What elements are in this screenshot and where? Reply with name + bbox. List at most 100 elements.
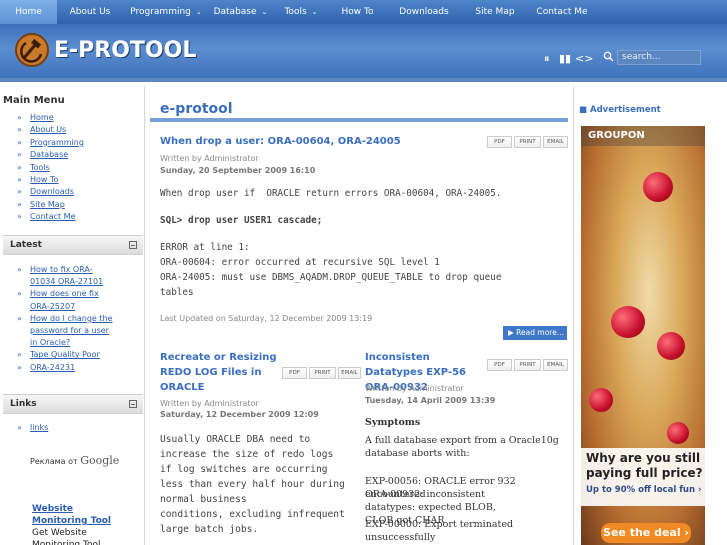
article-author: Written by Administrator bbox=[160, 399, 259, 408]
nav-label: Tools bbox=[284, 7, 307, 17]
article-date: Saturday, 12 December 2009 12:09 bbox=[160, 410, 319, 419]
main-menu-list: » Home » About Us » Programming » Database »… bbox=[17, 112, 84, 224]
pdf-button[interactable]: PDF bbox=[282, 367, 307, 379]
print-button[interactable]: PRINT bbox=[514, 136, 541, 148]
nav-downloads[interactable]: Downloads bbox=[385, 0, 463, 24]
article-body-line: large batch jobs. bbox=[160, 524, 259, 535]
main-menu-title: Main Menu bbox=[3, 95, 65, 106]
read-more-button[interactable]: ▶ Read more... bbox=[503, 326, 567, 340]
symptoms-heading: Symptoms bbox=[365, 417, 421, 428]
article-title[interactable]: Recreate or Resizing REDO LOG Files in O… bbox=[160, 350, 280, 395]
list-item[interactable]: » Tape Quality Poor bbox=[17, 349, 113, 361]
article-body-line: When drop user if ORACLE return errors O… bbox=[160, 188, 502, 199]
pdf-button[interactable]: PDF bbox=[487, 359, 512, 371]
raspberry-image bbox=[657, 332, 685, 360]
pdf-button[interactable]: PDF bbox=[487, 136, 512, 148]
article-date: Sunday, 20 September 2009 16:10 bbox=[160, 166, 316, 175]
email-button[interactable]: EMAIL bbox=[338, 367, 361, 379]
right-sidebar: ■ Advertisement GROUPON Why are you stil… bbox=[573, 86, 727, 545]
advertisement-header: ■ Advertisement bbox=[579, 105, 661, 115]
article-body-line: normal business bbox=[160, 494, 247, 505]
logo-text: E-PROTOOL bbox=[54, 37, 197, 63]
latest-header: Latest bbox=[3, 235, 143, 255]
nav-tools[interactable]: Tools ⌄ bbox=[272, 0, 330, 24]
nav-site-map[interactable]: Site Map bbox=[463, 0, 527, 24]
article-body-line: increase the size of redo logs bbox=[160, 449, 334, 460]
left-sidebar: Main Menu » Home » About Us » Programming »… bbox=[0, 86, 145, 545]
ad-link[interactable]: Website Monitoring Tool bbox=[32, 503, 117, 527]
google-logo-text: Google bbox=[80, 454, 120, 467]
list-item[interactable]: » Tools bbox=[17, 162, 84, 174]
site-logo[interactable]: E-PROTOOL bbox=[14, 32, 196, 68]
hammer-sickle-icon bbox=[15, 33, 49, 67]
nav-label: Downloads bbox=[399, 7, 449, 17]
ad-brand: GROUPON bbox=[581, 126, 705, 146]
play-pause-icon[interactable]: ▮▮ bbox=[559, 52, 571, 65]
pause-icon[interactable]: ⏸ bbox=[544, 52, 550, 66]
nav-label: Database bbox=[213, 7, 257, 17]
nav-programming[interactable]: Programming ⌄ bbox=[123, 0, 209, 24]
list-item[interactable]: » ORA-24231 bbox=[17, 362, 113, 374]
raspberry-image bbox=[667, 422, 689, 444]
raspberry-image bbox=[589, 388, 613, 412]
article-body-line: ORA-00604: error occurred at recursive S… bbox=[160, 257, 440, 268]
ads-by-google[interactable]: Реклама от Google bbox=[30, 454, 119, 467]
article-date: Tuesday, 14 April 2009 13:39 bbox=[365, 396, 496, 405]
top-nav: Home About Us Programming ⌄ Database ⌄ Too… bbox=[0, 0, 727, 24]
ad-subline: Up to 90% off local fun › bbox=[586, 485, 702, 495]
nav-label: Site Map bbox=[475, 7, 515, 17]
list-item[interactable]: » How does one fix ORA-25207 bbox=[17, 288, 113, 312]
nav-home[interactable]: Home bbox=[0, 0, 57, 24]
list-item[interactable]: » How to fix ORA-01034 ORA-27101 bbox=[17, 264, 113, 288]
collapse-icon[interactable] bbox=[129, 400, 137, 408]
nav-label: About Us bbox=[69, 7, 111, 17]
email-button[interactable]: EMAIL bbox=[543, 359, 568, 371]
list-item[interactable]: » Downloads bbox=[17, 186, 84, 198]
article-title[interactable]: When drop a user: ORA-00604, ORA-24005 bbox=[160, 134, 480, 149]
page-title: e-protool bbox=[160, 101, 233, 117]
arrows-icon[interactable]: <> bbox=[575, 52, 593, 65]
list-item[interactable]: » Programming bbox=[17, 137, 84, 149]
print-button[interactable]: PRINT bbox=[309, 367, 336, 379]
article-body-line: if log switches are occurring bbox=[160, 464, 328, 475]
email-button[interactable]: EMAIL bbox=[543, 136, 568, 148]
collapse-icon[interactable] bbox=[129, 241, 137, 249]
article-body-line: less than every half hour during bbox=[160, 479, 345, 490]
nav-about-us[interactable]: About Us bbox=[57, 0, 123, 24]
arrow-icon: ▶ bbox=[508, 328, 517, 337]
see-deal-button[interactable]: See the deal › bbox=[601, 523, 691, 543]
chevron-down-icon: ⌄ bbox=[261, 8, 268, 16]
ad-headline-panel: Why are you still paying full price? Up … bbox=[581, 448, 705, 506]
latest-list: » How to fix ORA-01034 ORA-27101 » How doe… bbox=[17, 264, 113, 374]
list-item[interactable]: » Home bbox=[17, 112, 84, 124]
list-item[interactable]: » links bbox=[17, 422, 48, 434]
list-item[interactable]: » Site Map bbox=[17, 199, 84, 211]
print-button[interactable]: PRINT bbox=[514, 359, 541, 371]
search-input[interactable]: search... bbox=[617, 50, 701, 65]
last-updated: Last Updated on Saturday, 12 December 20… bbox=[160, 314, 373, 323]
nav-label: Programming bbox=[130, 7, 191, 17]
article-body: A full database export from a Oracle10g … bbox=[365, 435, 559, 459]
ad-headline: Why are you still paying full price? bbox=[586, 451, 703, 480]
list-item[interactable]: » Contact Me bbox=[17, 211, 84, 223]
nav-database[interactable]: Database ⌄ bbox=[209, 0, 272, 24]
list-item[interactable]: » How To bbox=[17, 174, 84, 186]
groupon-ad[interactable]: GROUPON Why are you still paying full pr… bbox=[581, 126, 705, 545]
strawberry-image bbox=[643, 172, 673, 202]
article-author: Written by Administrator bbox=[365, 384, 464, 393]
list-item[interactable]: » About Us bbox=[17, 124, 84, 136]
search-icon bbox=[603, 51, 614, 62]
nav-contact-me[interactable]: Contact Me bbox=[527, 0, 597, 24]
list-item[interactable]: » How do I change the password for a user… bbox=[17, 313, 113, 350]
article-body-line: tables bbox=[160, 287, 194, 298]
chevron-down-icon: ⌄ bbox=[195, 8, 202, 16]
advertisement-title: Advertisement bbox=[590, 105, 661, 115]
ads-by-label: Реклама от bbox=[30, 457, 78, 466]
nav-label: How To bbox=[341, 7, 374, 17]
nav-label: Home bbox=[15, 7, 42, 17]
square-bullet-icon: ■ bbox=[579, 105, 590, 115]
links-title: Links bbox=[10, 399, 37, 409]
nav-how-to[interactable]: How To bbox=[330, 0, 385, 24]
chevron-down-icon: ⌄ bbox=[311, 8, 318, 16]
list-item[interactable]: » Database bbox=[17, 149, 84, 161]
